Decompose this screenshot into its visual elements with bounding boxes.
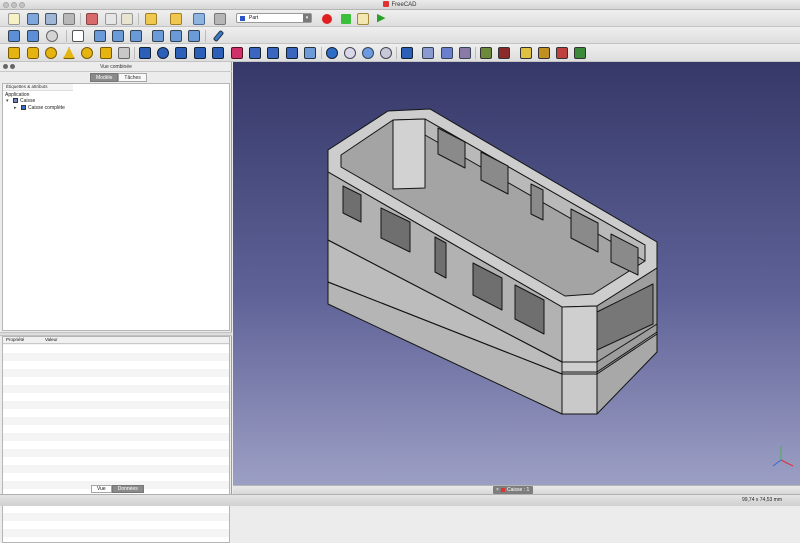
tree-item-caisse-complete[interactable]: Caisse complète — [21, 105, 65, 111]
join-features-icon[interactable] — [401, 47, 413, 59]
whats-this-icon[interactable] — [214, 13, 226, 25]
new-document-icon[interactable] — [8, 13, 20, 25]
close-tab-icon[interactable]: × — [496, 486, 499, 494]
rear-view-icon[interactable] — [152, 30, 164, 42]
paste-icon[interactable] — [121, 13, 133, 25]
3d-viewport[interactable] — [233, 62, 800, 485]
part-primitives-icon[interactable] — [100, 47, 112, 59]
combo-view-title: Vue combinée — [100, 64, 132, 70]
file-toolbar: Part ▾ ▶ — [0, 10, 800, 27]
view-dimensions: 99,74 x 74,53 mm — [741, 497, 782, 503]
document-icon — [13, 98, 18, 103]
left-view-icon[interactable] — [188, 30, 200, 42]
3d-model[interactable] — [233, 62, 800, 485]
fit-all-icon[interactable] — [8, 30, 20, 42]
isometric-view-icon[interactable] — [72, 30, 84, 42]
measure-distance-icon[interactable] — [212, 29, 225, 43]
combo-view-panel: Vue combinée Modèle Tâches Étiquettes & … — [0, 62, 232, 543]
chevron-down-icon: ▾ — [303, 14, 311, 22]
tree-header: Étiquettes & attributs — [3, 84, 73, 91]
bottom-view-icon[interactable] — [170, 30, 182, 42]
combo-view-tabs: Modèle Tâches — [90, 73, 147, 82]
redo-icon[interactable] — [170, 13, 182, 25]
cut-icon[interactable] — [86, 13, 98, 25]
sweep-icon[interactable] — [286, 47, 298, 59]
part-feature-icon — [21, 105, 26, 110]
save-icon[interactable] — [45, 13, 57, 25]
refresh-icon[interactable] — [193, 13, 205, 25]
record-macro-icon[interactable] — [322, 14, 332, 24]
top-view-icon[interactable] — [112, 30, 124, 42]
property-header: Propriété Valeur — [3, 337, 229, 344]
undo-icon[interactable] — [145, 13, 157, 25]
stop-macro-icon[interactable] — [341, 14, 351, 24]
tab-data[interactable]: Données — [111, 485, 144, 493]
document-tabbar: × Caisse : 1 — [233, 485, 800, 494]
freecad-logo-icon — [383, 1, 390, 7]
part-cylinder-icon[interactable] — [27, 47, 39, 59]
tab-view[interactable]: Vue — [91, 485, 112, 493]
title-bar: FreeCAD — [0, 0, 800, 10]
copy-icon[interactable] — [105, 13, 117, 25]
common-icon[interactable] — [380, 47, 392, 59]
part-sphere-icon[interactable] — [45, 47, 57, 59]
column-value: Valeur — [45, 337, 58, 342]
extrude-icon[interactable] — [139, 47, 151, 59]
open-folder-icon[interactable] — [27, 13, 39, 25]
macros-icon[interactable] — [357, 13, 369, 25]
status-bar: 99,74 x 74,53 mm — [0, 494, 800, 506]
part-workbench-icon — [240, 16, 245, 21]
column-property: Propriété — [6, 337, 25, 342]
shape-builder-icon[interactable] — [118, 47, 130, 59]
print-icon[interactable] — [63, 13, 75, 25]
property-editor[interactable]: Propriété Valeur — [2, 336, 230, 543]
freecad-doc-icon — [501, 488, 505, 492]
fillet-icon[interactable] — [194, 47, 206, 59]
split-icon[interactable] — [422, 47, 434, 59]
measure-clear-icon[interactable] — [538, 47, 550, 59]
axis-cross — [772, 446, 794, 467]
chamfer-icon[interactable] — [212, 47, 224, 59]
part-cone-icon[interactable] — [63, 47, 75, 59]
expand-caisse-complete-icon[interactable]: ▸ — [14, 105, 17, 111]
workbench-label: Part — [249, 15, 259, 21]
cut-boolean-icon[interactable] — [344, 47, 356, 59]
ruled-surface-icon[interactable] — [249, 47, 261, 59]
workbench-selector[interactable]: Part ▾ — [236, 13, 312, 23]
view-toolbar — [0, 27, 800, 44]
part-box-icon[interactable] — [8, 47, 20, 59]
tree-item-caisse[interactable]: Caisse — [13, 98, 35, 104]
revolve-icon[interactable] — [157, 47, 169, 59]
window-title: FreeCAD — [391, 2, 417, 8]
measure-refresh-icon[interactable] — [520, 47, 532, 59]
front-view-icon[interactable] — [94, 30, 106, 42]
check-geometry-icon[interactable] — [459, 47, 471, 59]
model-tree[interactable]: Étiquettes & attributs Application ▾ Cai… — [2, 83, 230, 331]
fit-selection-icon[interactable] — [27, 30, 39, 42]
boolean-icon[interactable] — [326, 47, 338, 59]
document-tab[interactable]: × Caisse : 1 — [493, 486, 534, 494]
part-toolbar — [0, 44, 800, 62]
right-view-icon[interactable] — [130, 30, 142, 42]
property-view-tabs: Vue Données — [91, 485, 144, 493]
fuse-icon[interactable] — [362, 47, 374, 59]
tab-tasks[interactable]: Tâches — [118, 73, 147, 82]
document-tab-label: Caisse : 1 — [507, 487, 530, 493]
offset-icon[interactable] — [304, 47, 316, 59]
execute-macro-icon[interactable]: ▶ — [377, 13, 387, 24]
part-torus-icon[interactable] — [81, 47, 93, 59]
compound-icon[interactable] — [441, 47, 453, 59]
measure-toggle-3d-icon[interactable] — [556, 47, 568, 59]
mirror-icon[interactable] — [175, 47, 187, 59]
measure-linear-icon[interactable] — [480, 47, 492, 59]
measure-angular-icon[interactable] — [498, 47, 510, 59]
expand-caisse-icon[interactable]: ▾ — [6, 98, 9, 104]
combo-view-header: Vue combinée — [0, 62, 232, 72]
make-face-icon[interactable] — [231, 47, 243, 59]
draw-style-icon[interactable] — [46, 30, 58, 42]
measure-toggle-delta-icon[interactable] — [574, 47, 586, 59]
loft-icon[interactable] — [267, 47, 279, 59]
tab-model[interactable]: Modèle — [90, 73, 119, 82]
